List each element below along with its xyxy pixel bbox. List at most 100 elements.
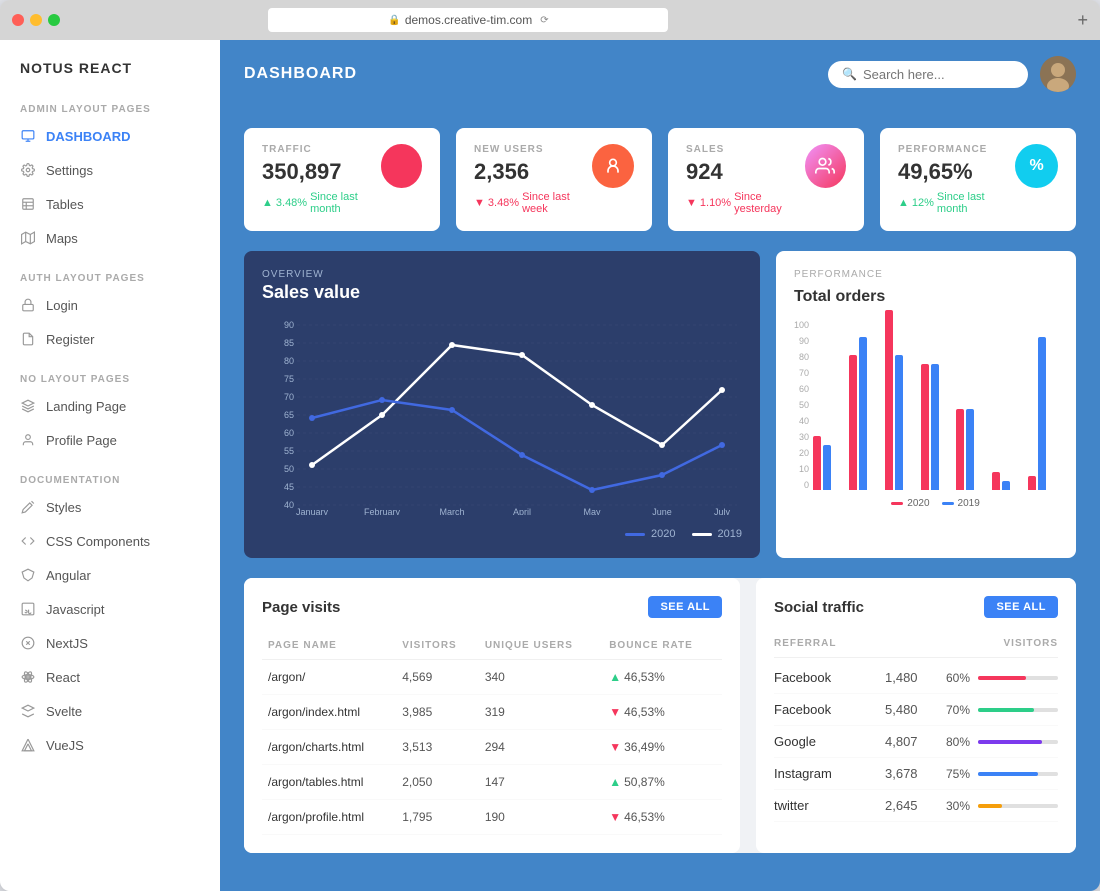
sidebar-item-maps[interactable]: Maps: [0, 221, 220, 255]
page-visits-see-all[interactable]: SEE ALL: [648, 596, 722, 618]
social-name: Google: [774, 734, 885, 749]
social-see-all[interactable]: SEE ALL: [984, 596, 1058, 618]
unique-cell: 294: [479, 730, 603, 765]
sidebar-item-svelte[interactable]: Svelte: [0, 694, 220, 728]
svg-text:45: 45: [284, 482, 294, 492]
unique-cell: 190: [479, 800, 603, 835]
progress-fill: [978, 708, 1034, 712]
bar-legend-2020: 2020: [891, 498, 929, 509]
bar-blue-4: [931, 364, 939, 490]
sidebar-item-js[interactable]: Javascript: [0, 592, 220, 626]
progress-bar: [978, 676, 1058, 680]
angular-icon: [20, 567, 36, 583]
bar-y-axis: 1009080706050403020100: [794, 310, 809, 490]
sidebar-item-styles[interactable]: Styles: [0, 490, 220, 524]
perf-arrow-icon: ▲: [898, 197, 909, 209]
svg-text:July: July: [714, 507, 731, 515]
sidebar-item-landing[interactable]: Landing Page: [0, 389, 220, 423]
docs-section-label: DOCUMENTATION: [0, 467, 220, 490]
browser-window: 🔒 demos.creative-tim.com ⟳ + NOTUS REACT…: [0, 0, 1100, 891]
user-icon: [20, 432, 36, 448]
barchart-section-label: PERFORMANCE: [794, 269, 1058, 280]
stat-card-newusers: NEW USERS 2,356 ▼ 3.48% Since last week: [456, 128, 652, 231]
bar-group-4: [921, 364, 951, 490]
bar-group-2: [849, 337, 879, 490]
svg-text:March: March: [439, 507, 464, 515]
progress-fill: [978, 772, 1038, 776]
social-visitors: 2,645: [885, 798, 935, 813]
page-visits-table: PAGE NAME VISITORS UNIQUE USERS BOUNCE R…: [262, 632, 722, 835]
sidebar-item-settings[interactable]: Settings: [0, 153, 220, 187]
social-name: Facebook: [774, 702, 885, 717]
close-button[interactable]: [12, 14, 24, 26]
register-label: Register: [46, 332, 94, 347]
social-pct: 80%: [935, 735, 970, 749]
bar-blue-2: [859, 337, 867, 490]
newusers-value: 2,356: [474, 159, 592, 185]
stat-card-performance: PERFORMANCE 49,65% ▲ 12% Since last mont…: [880, 128, 1076, 231]
sidebar-item-css[interactable]: CSS Components: [0, 524, 220, 558]
social-title: Social traffic: [774, 599, 864, 616]
list-item: Facebook 1,480 60%: [774, 662, 1058, 694]
new-tab-button[interactable]: +: [1077, 10, 1088, 31]
admin-section-label: ADMIN LAYOUT PAGES: [0, 96, 220, 119]
social-pct: 75%: [935, 767, 970, 781]
perf-label: PERFORMANCE: [898, 144, 1015, 155]
bar-group-1: [813, 436, 843, 490]
svg-text:55: 55: [284, 446, 294, 456]
sidebar-item-nextjs[interactable]: NextJS: [0, 626, 220, 660]
app-container: NOTUS REACT ADMIN LAYOUT PAGES DASHBOARD…: [0, 40, 1100, 891]
bar-blue-3: [895, 355, 903, 490]
js-icon: [20, 601, 36, 617]
settings-icon: [20, 162, 36, 178]
search-input[interactable]: [863, 67, 1014, 82]
sidebar-item-profile[interactable]: Profile Page: [0, 423, 220, 457]
newusers-change: ▼ 3.48% Since last week: [474, 191, 592, 215]
tables-label: Tables: [46, 197, 84, 212]
social-pct: 70%: [935, 703, 970, 717]
css-label: CSS Components: [46, 534, 150, 549]
newusers-icon: [592, 144, 634, 188]
register-icon: [20, 331, 36, 347]
bar-pink-6: [992, 472, 1000, 490]
search-icon: 🔍: [842, 67, 857, 81]
sidebar-item-tables[interactable]: Tables: [0, 187, 220, 221]
page-visits-card: Page visits SEE ALL PAGE NAME VISITORS U…: [244, 578, 740, 853]
maximize-button[interactable]: [48, 14, 60, 26]
map-icon: [20, 230, 36, 246]
url-bar[interactable]: 🔒 demos.creative-tim.com ⟳: [268, 8, 668, 32]
sidebar-item-register[interactable]: Register: [0, 322, 220, 356]
react-icon: [20, 669, 36, 685]
barchart-title: Total orders: [794, 288, 1058, 306]
bar-legend-2020-label: 2020: [907, 498, 929, 509]
legend-2020-dot: [625, 533, 645, 536]
social-pct: 30%: [935, 799, 970, 813]
svg-text:70: 70: [284, 392, 294, 402]
sales-arrow-icon: ▼: [686, 197, 697, 209]
angular-label: Angular: [46, 568, 91, 583]
pen-icon: [20, 499, 36, 515]
sidebar-item-angular[interactable]: Angular: [0, 558, 220, 592]
svg-text:90: 90: [284, 320, 294, 330]
sidebar-item-vuejs[interactable]: VueJS: [0, 728, 220, 762]
minimize-button[interactable]: [30, 14, 42, 26]
social-rows: Facebook 1,480 60% Facebook 5,480 70% Go…: [774, 662, 1058, 822]
sidebar-item-dashboard[interactable]: DASHBOARD: [0, 119, 220, 153]
visitors-cell: 3,985: [396, 695, 479, 730]
bar-group-5: [956, 409, 986, 490]
login-label: Login: [46, 298, 78, 313]
sidebar-item-login[interactable]: Login: [0, 288, 220, 322]
bar-groups: [813, 310, 1058, 490]
bar-legend-pink-dot: [891, 502, 903, 505]
bar-blue-6: [1002, 481, 1010, 490]
progress-fill: [978, 740, 1042, 744]
perf-change: ▲ 12% Since last month: [898, 191, 1015, 215]
progress-bar: [978, 708, 1058, 712]
unique-cell: 147: [479, 765, 603, 800]
bar-blue-5: [966, 409, 974, 490]
sidebar-item-react[interactable]: React: [0, 660, 220, 694]
nextjs-label: NextJS: [46, 636, 88, 651]
progress-bar: [978, 804, 1058, 808]
svg-text:50: 50: [284, 464, 294, 474]
perf-value: 49,65%: [898, 159, 1015, 185]
